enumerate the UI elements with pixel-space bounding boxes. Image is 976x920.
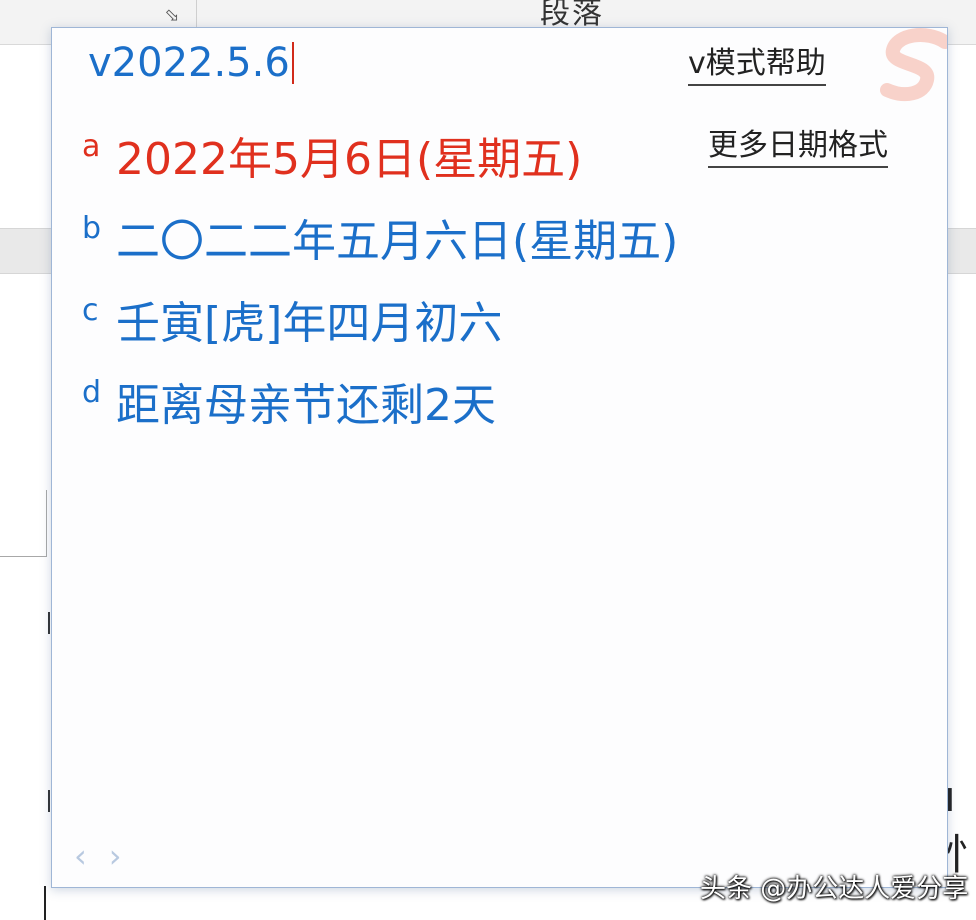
more-date-formats-link[interactable]: 更多日期格式 — [708, 128, 888, 168]
document-text-fragment: ı忄 — [944, 772, 976, 879]
chevron-right-icon[interactable]: › — [109, 836, 122, 876]
v-mode-help-link[interactable]: v模式帮助 — [688, 46, 826, 86]
candidate-list: a 2022年5月6日(星期五) b 二〇二二年五月六日(星期五) c 壬寅[虎… — [82, 114, 682, 442]
text-caret — [291, 42, 294, 84]
candidate-key: b — [82, 210, 102, 246]
ime-candidate-panel: v2022.5.6 v模式帮助 更多日期格式 a 2022年5月6日(星期五) … — [51, 27, 948, 888]
chevron-left-icon[interactable]: ‹ — [74, 836, 87, 876]
dialog-launcher-icon[interactable]: ⬂ — [162, 6, 182, 26]
candidate-text: 2022年5月6日(星期五) — [116, 134, 583, 185]
document-mark — [48, 790, 50, 812]
candidate-text: 壬寅[虎]年四月初六 — [116, 298, 503, 349]
composition-text: v2022.5.6 — [88, 40, 290, 86]
candidate-item-b[interactable]: b 二〇二二年五月六日(星期五) — [82, 196, 682, 278]
candidate-key: c — [82, 292, 99, 328]
candidate-text: 距离母亲节还剩2天 — [116, 380, 496, 431]
text-cursor-line — [44, 886, 46, 920]
document-mark — [48, 612, 50, 634]
sogou-s-logo-icon — [867, 28, 947, 108]
document-frame — [0, 490, 47, 557]
composition-input[interactable]: v2022.5.6 — [88, 40, 294, 86]
candidate-pager: ‹ › — [74, 836, 122, 876]
candidate-key: a — [82, 128, 101, 164]
candidate-item-a[interactable]: a 2022年5月6日(星期五) — [82, 114, 682, 196]
candidate-item-c[interactable]: c 壬寅[虎]年四月初六 — [82, 278, 682, 360]
candidate-key: d — [82, 374, 102, 410]
candidate-item-d[interactable]: d 距离母亲节还剩2天 — [82, 360, 682, 442]
watermark: 头条 @办公达人爱分享 — [700, 874, 969, 904]
candidate-text: 二〇二二年五月六日(星期五) — [116, 216, 679, 267]
